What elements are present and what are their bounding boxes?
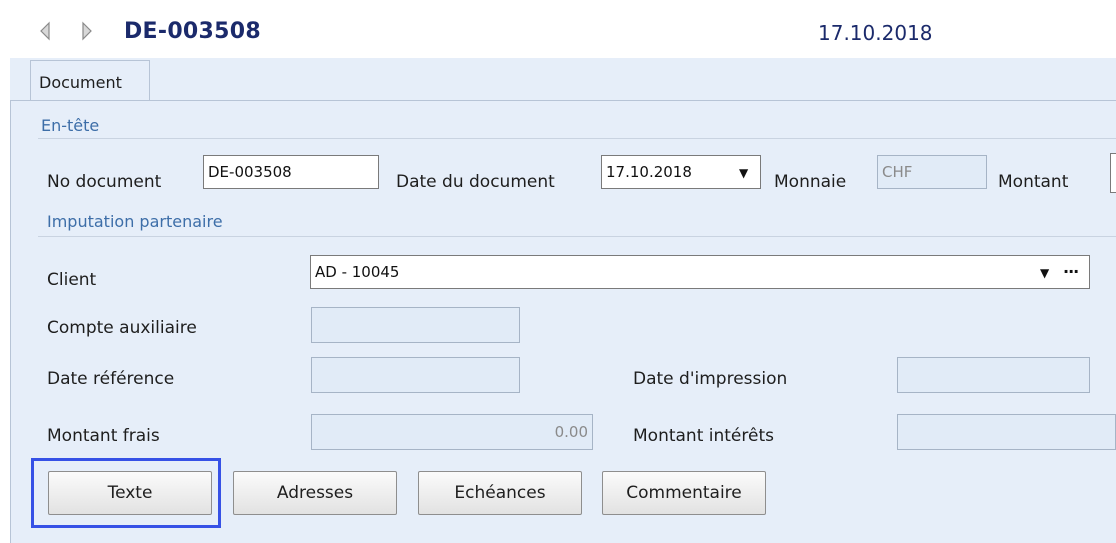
- montant-frais-field: [311, 414, 593, 450]
- compte-auxiliaire-field: [311, 307, 520, 343]
- commentaire-button[interactable]: Commentaire: [602, 471, 766, 515]
- tab-strip-divider: [10, 100, 1116, 101]
- montant-interets-label: Montant intérêts: [633, 426, 774, 446]
- client-label: Client: [47, 270, 97, 290]
- echeances-button[interactable]: Echéances: [418, 471, 582, 515]
- document-date-title: 17.10.2018: [818, 21, 933, 45]
- tab-document-label: Document: [39, 73, 122, 92]
- nav-forward-icon[interactable]: [80, 21, 94, 41]
- date-reference-label: Date référence: [47, 369, 175, 389]
- client-dropdown-icon[interactable]: ▼: [1040, 266, 1049, 280]
- panel-left-border: [10, 100, 11, 543]
- montant-field[interactable]: [1110, 153, 1116, 193]
- texte-button[interactable]: Texte: [48, 471, 212, 515]
- no-document-field[interactable]: [203, 155, 379, 189]
- tab-document[interactable]: Document: [30, 60, 150, 100]
- no-document-label: No document: [47, 172, 162, 192]
- montant-interets-field: [897, 414, 1116, 450]
- compte-auxiliaire-label: Compte auxiliaire: [47, 318, 197, 338]
- date-impression-label: Date d'impression: [633, 369, 788, 389]
- adresses-button[interactable]: Adresses: [233, 471, 397, 515]
- section-entete-title: En-tête: [41, 116, 100, 135]
- section-imputation-title: Imputation partenaire: [47, 212, 223, 231]
- section-imputation-divider: [38, 236, 1116, 237]
- monnaie-field: [877, 155, 987, 189]
- nav-back-icon[interactable]: [38, 21, 52, 41]
- section-entete-divider: [38, 138, 1116, 139]
- date-dropdown-icon[interactable]: ▼: [739, 166, 748, 180]
- document-id-title: DE-003508: [124, 19, 261, 44]
- monnaie-label: Monnaie: [774, 172, 847, 192]
- montant-frais-label: Montant frais: [47, 426, 160, 446]
- date-document-label: Date du document: [396, 172, 555, 192]
- date-impression-field: [897, 357, 1090, 393]
- client-lookup-ellipsis-icon[interactable]: ···: [1063, 262, 1079, 281]
- montant-label: Montant: [998, 172, 1069, 192]
- date-document-field[interactable]: [601, 155, 761, 189]
- date-reference-field: [311, 357, 520, 393]
- record-header: DE-003508 17.10.2018: [0, 0, 1116, 58]
- client-combobox[interactable]: [310, 255, 1090, 289]
